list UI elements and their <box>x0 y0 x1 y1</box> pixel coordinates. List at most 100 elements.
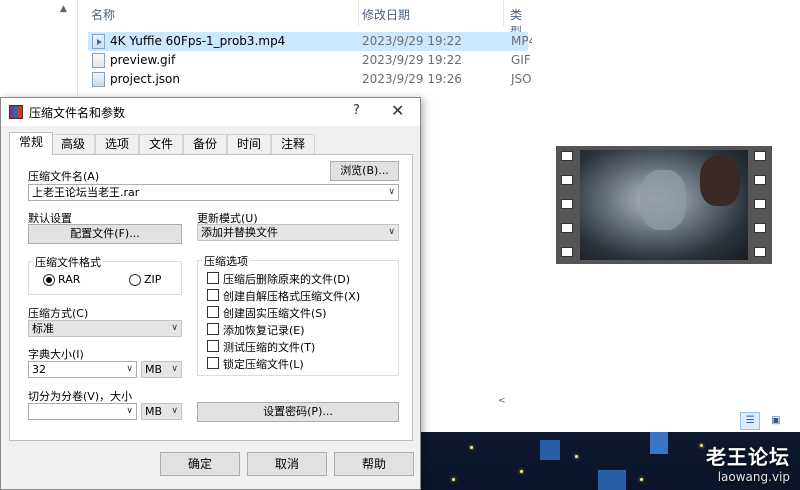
archive-format-group: 压缩文件格式 RAR ZIP <box>28 254 182 295</box>
checkbox-recovery-record-label[interactable]: 添加恢复记录(E) <box>223 322 305 338</box>
chevron-down-icon[interactable]: ∨ <box>388 225 395 240</box>
json-file-icon <box>92 72 105 87</box>
chevron-down-icon[interactable]: ∨ <box>171 321 178 336</box>
bg-sparkle <box>520 470 523 473</box>
checkbox-recovery-record[interactable] <box>207 323 219 335</box>
chevron-down-icon[interactable]: ∨ <box>126 362 133 377</box>
split-volume-label: 切分为分卷(V)，大小 <box>28 390 133 403</box>
checkbox-sfx[interactable] <box>207 289 219 301</box>
radio-rar[interactable] <box>43 274 55 286</box>
file-name: project.json <box>110 72 180 86</box>
help-icon[interactable]: ? <box>353 103 360 118</box>
dictionary-size-label: 字典大小(I) <box>28 348 84 361</box>
gif-file-icon <box>92 53 105 68</box>
file-date: 2023/9/29 19:22 <box>362 53 462 67</box>
film-sprocket-hole <box>561 223 573 233</box>
site-watermark: 老王论坛 laowang.vip <box>706 441 790 484</box>
dictionary-size-combo[interactable]: 32 ∨ <box>28 361 137 378</box>
compression-method-combo[interactable]: 标准 ∨ <box>28 320 182 337</box>
split-volume-size-combo[interactable]: ∨ <box>28 403 137 420</box>
film-sprocket-hole <box>561 247 573 257</box>
chevron-down-icon[interactable]: ∨ <box>388 185 395 200</box>
dictionary-size-value: 32 <box>32 363 46 376</box>
mp4-file-icon <box>92 34 105 49</box>
archive-options-group-title: 压缩选项 <box>202 253 250 269</box>
radio-zip-label[interactable]: ZIP <box>144 273 161 286</box>
close-icon[interactable]: ✕ <box>391 101 404 120</box>
help-button[interactable]: 帮助 <box>334 452 414 476</box>
checkbox-solid[interactable] <box>207 306 219 318</box>
checkbox-lock-archive[interactable] <box>207 357 219 369</box>
chevron-down-icon[interactable]: ∨ <box>171 404 178 419</box>
bg-pixel-block <box>650 430 668 454</box>
scroll-left-arrow-icon[interactable]: < <box>498 396 506 406</box>
file-row[interactable]: preview.gif 2023/9/29 19:22 GIF <box>88 51 531 70</box>
file-row[interactable]: project.json 2023/9/29 19:26 JSO <box>88 70 532 89</box>
checkbox-sfx-label[interactable]: 创建自解压格式压缩文件(X) <box>223 288 360 304</box>
bg-sparkle <box>575 455 578 458</box>
browse-button[interactable]: 浏览(B)... <box>330 161 399 181</box>
archive-name-combo[interactable]: 上老王论坛当老王.rar ∨ <box>28 184 399 201</box>
update-mode-value: 添加并替换文件 <box>201 226 278 239</box>
video-frame-image <box>580 150 748 260</box>
tab-advanced[interactable]: 高级 <box>51 134 96 154</box>
bg-sparkle <box>470 446 473 449</box>
tab-files[interactable]: 文件 <box>139 134 184 154</box>
radio-rar-label[interactable]: RAR <box>58 273 80 286</box>
dictionary-unit-value: MB <box>145 363 163 376</box>
chevron-down-icon[interactable]: ∨ <box>171 362 178 377</box>
compression-method-label: 压缩方式(C) <box>28 307 89 320</box>
dialog-titlebar[interactable]: 压缩文件名和参数 ? ✕ <box>1 98 420 126</box>
film-sprocket-hole <box>754 151 766 161</box>
archive-name-value: 上老王论坛当老王.rar <box>32 186 140 199</box>
file-type: GIF <box>511 53 531 67</box>
tab-comment[interactable]: 注释 <box>271 134 316 154</box>
checkbox-test-files-label[interactable]: 测试压缩的文件(T) <box>223 339 315 355</box>
tab-time[interactable]: 时间 <box>227 134 272 154</box>
watermark-title: 老王论坛 <box>706 445 790 469</box>
dialog-title: 压缩文件名和参数 <box>29 106 126 120</box>
checkbox-solid-label[interactable]: 创建固实压缩文件(S) <box>223 305 327 321</box>
view-mode-switcher: ☰ ▣ <box>738 412 786 430</box>
film-sprocket-hole <box>754 175 766 185</box>
checkbox-delete-after-label[interactable]: 压缩后删除原来的文件(D) <box>223 271 350 287</box>
file-type: JSO <box>511 72 532 86</box>
chevron-down-icon[interactable]: ∨ <box>126 404 133 419</box>
tab-options[interactable]: 选项 <box>95 134 140 154</box>
film-sprocket-hole <box>561 151 573 161</box>
column-separator[interactable] <box>358 0 359 26</box>
file-row[interactable]: 4K Yuffie 60Fps-1_prob3.mp4 2023/9/29 19… <box>88 32 536 51</box>
update-mode-combo[interactable]: 添加并替换文件 ∨ <box>197 224 399 241</box>
checkbox-lock-archive-label[interactable]: 锁定压缩文件(L) <box>223 356 304 372</box>
set-password-button[interactable]: 设置密码(P)... <box>197 402 399 422</box>
split-volume-unit-value: MB <box>145 405 163 418</box>
film-sprocket-hole <box>754 247 766 257</box>
bg-pixel-block <box>598 470 626 490</box>
tab-backup[interactable]: 备份 <box>183 134 228 154</box>
split-volume-unit-combo[interactable]: MB ∨ <box>141 403 182 420</box>
checkbox-delete-after[interactable] <box>207 272 219 284</box>
ok-button[interactable]: 确定 <box>160 452 240 476</box>
general-tab-panel: 压缩文件名(A) 浏览(B)... 上老王论坛当老王.rar ∨ 默认设置 配置… <box>9 154 413 441</box>
film-sprocket-hole <box>561 175 573 185</box>
column-header-name[interactable]: 名称 <box>91 6 115 23</box>
tab-general[interactable]: 常规 <box>9 132 54 155</box>
film-sprocket-hole <box>754 199 766 209</box>
large-icons-view-icon[interactable]: ▣ <box>766 412 786 430</box>
column-separator[interactable] <box>503 0 504 26</box>
cancel-button[interactable]: 取消 <box>247 452 327 476</box>
profiles-button[interactable]: 配置文件(F)... <box>28 224 182 244</box>
radio-zip[interactable] <box>129 274 141 286</box>
details-view-icon[interactable]: ☰ <box>740 412 761 430</box>
column-header-date[interactable]: 修改日期 <box>362 6 410 23</box>
frame-figure <box>640 170 686 230</box>
archive-options-group: 压缩选项 压缩后删除原来的文件(D) 创建自解压格式压缩文件(X) 创建固实压缩… <box>197 253 399 376</box>
bg-pixel-block <box>540 440 560 460</box>
frame-figure <box>700 156 740 206</box>
file-name: 4K Yuffie 60Fps-1_prob3.mp4 <box>110 34 286 48</box>
checkbox-test-files[interactable] <box>207 340 219 352</box>
dictionary-unit-combo[interactable]: MB ∨ <box>141 361 182 378</box>
scroll-up-arrow-icon[interactable]: ▲ <box>60 4 67 14</box>
compression-method-value: 标准 <box>32 322 54 335</box>
watermark-url: laowang.vip <box>717 470 790 484</box>
